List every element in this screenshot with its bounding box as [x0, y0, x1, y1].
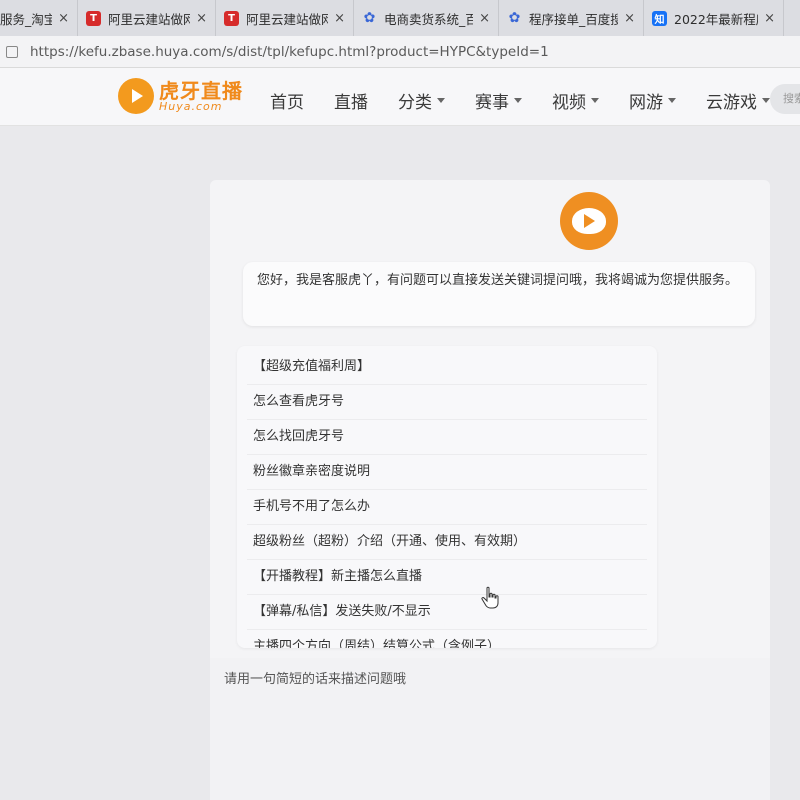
nav-item[interactable]: 视频	[552, 88, 599, 113]
close-tab-icon[interactable]: ×	[58, 11, 69, 26]
browser-tab[interactable]: 服务_淘宝 ×	[0, 0, 78, 36]
tab-label: 2022年最新程序	[674, 11, 758, 27]
baidu-paw-icon: ✿	[363, 10, 376, 26]
tmall-icon: T	[86, 10, 101, 26]
chevron-down-icon	[591, 98, 599, 103]
faq-item[interactable]: 【开播教程】新主播怎么直播	[253, 560, 422, 594]
close-tab-icon[interactable]: ×	[334, 11, 345, 26]
browser-tab[interactable]: ✿ 电商卖货系统_百 ×	[354, 0, 499, 36]
hand-cursor-icon	[481, 586, 499, 609]
logo-cn-text: 虎牙直播	[159, 78, 243, 103]
tmall-icon: T	[224, 10, 239, 26]
faq-item[interactable]: 怎么查看虎牙号	[253, 385, 344, 419]
faq-item[interactable]: 手机号不用了怎么办	[253, 490, 370, 524]
close-tab-icon[interactable]: ×	[196, 11, 207, 26]
close-tab-icon[interactable]: ×	[479, 11, 490, 26]
nav-item[interactable]: 网游	[629, 88, 676, 113]
nav-item[interactable]: 分类	[398, 88, 445, 113]
nav-item[interactable]: 首页	[270, 88, 304, 113]
huya-logo-icon	[118, 78, 154, 114]
browser-tab[interactable]: T 阿里云建站做网 ×	[78, 0, 216, 36]
main-nav: 首页 直播 分类 赛事 视频 网游 云游戏	[270, 88, 800, 113]
baidu-paw-icon: ✿	[508, 10, 521, 26]
close-tab-icon[interactable]: ×	[764, 11, 775, 26]
tab-label: 服务_淘宝	[0, 11, 53, 27]
faq-item[interactable]: 【弹幕/私信】发送失败/不显示	[253, 595, 431, 629]
tab-label: 阿里云建站做网	[246, 11, 329, 27]
nav-item-label: 网游	[629, 93, 663, 113]
chevron-down-icon	[668, 98, 676, 103]
browser-tab[interactable]: T 阿里云建站做网 ×	[216, 0, 354, 36]
nav-item[interactable]: 云游戏	[706, 88, 770, 113]
tab-label: 阿里云建站做网	[108, 11, 191, 27]
nav-item-label: 分类	[398, 93, 432, 113]
browser-tab-strip: 服务_淘宝 × T 阿里云建站做网 × T 阿里云建站做网 × ✿ 电商卖货系统_百 × ✿ 程序接单_…	[0, 0, 800, 36]
address-bar[interactable]: https://kefu.zbase.huya.com/s/dist/tpl/k…	[0, 36, 800, 68]
tab-label: 程序接单_百度搜	[529, 11, 619, 27]
site-header: 虎牙直播 Huya.com 首页 直播 分类 赛事 视频 网游 云游戏 搜索	[0, 68, 800, 126]
faq-item[interactable]: 超级粉丝（超粉）介绍（开通、使用、有效期）	[253, 525, 526, 559]
greeting-message: 您好，我是客服虎丫，有问题可以直接发送关键词提问哦，我将竭诚为您提供服务。	[243, 262, 755, 326]
support-avatar	[560, 192, 618, 250]
huya-mascot-icon	[572, 208, 606, 234]
close-tab-icon[interactable]: ×	[624, 11, 635, 26]
nav-item-label: 云游戏	[706, 93, 757, 113]
nav-item-label: 赛事	[475, 93, 509, 113]
lock-icon	[6, 45, 18, 58]
message-input[interactable]	[224, 668, 724, 690]
faq-item[interactable]: 怎么找回虎牙号	[253, 420, 344, 454]
nav-item[interactable]: 直播	[334, 88, 368, 113]
faq-list: 【超级充值福利周】 怎么查看虎牙号 怎么找回虎牙号 粉丝徽章亲密度说明 手机号不用了怎么…	[237, 346, 657, 648]
chevron-down-icon	[437, 98, 445, 103]
browser-tab[interactable]: ✿ 程序接单_百度搜 ×	[499, 0, 644, 36]
zhihu-icon: 知	[652, 10, 667, 26]
faq-item[interactable]: 【超级充值福利周】	[253, 350, 370, 384]
faq-item[interactable]: 主播四个方向（周结）结算公式（含例子）	[253, 630, 500, 648]
chevron-down-icon	[514, 98, 522, 103]
search-input[interactable]: 搜索	[770, 84, 800, 114]
tab-label: 电商卖货系统_百	[384, 11, 474, 27]
nav-item-label: 视频	[552, 93, 586, 113]
chevron-down-icon	[762, 98, 770, 103]
nav-item-label: 首页	[270, 93, 304, 113]
huya-logo[interactable]: 虎牙直播 Huya.com	[118, 78, 243, 114]
nav-item[interactable]: 赛事	[475, 88, 522, 113]
faq-item[interactable]: 粉丝徽章亲密度说明	[253, 455, 370, 489]
browser-tab[interactable]: 知 2022年最新程序 ×	[644, 0, 784, 36]
nav-item-label: 直播	[334, 93, 368, 113]
url-text[interactable]: https://kefu.zbase.huya.com/s/dist/tpl/k…	[30, 44, 549, 60]
